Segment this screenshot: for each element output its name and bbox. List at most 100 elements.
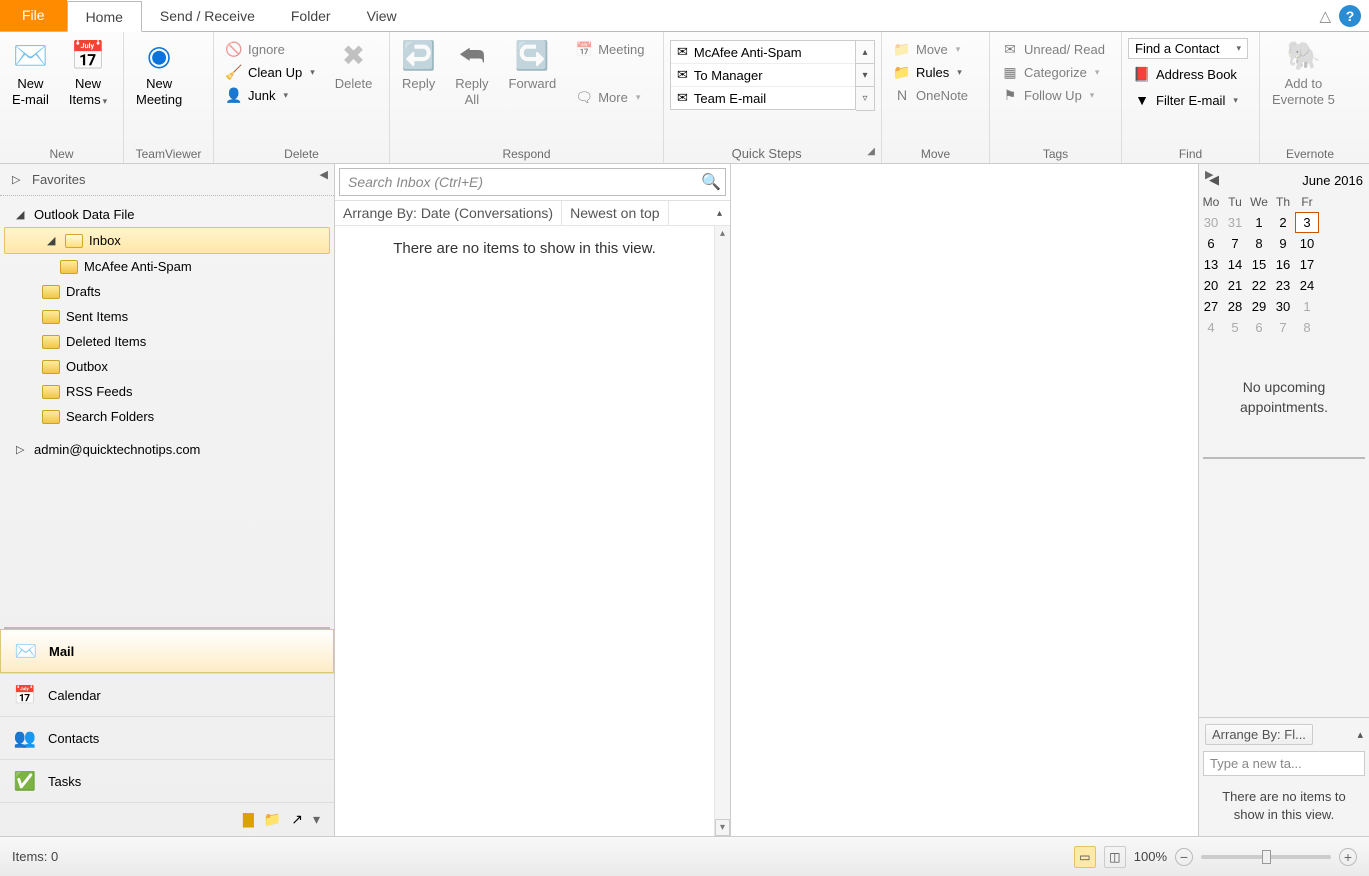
nav-contacts-button[interactable]: 👥Contacts	[0, 716, 334, 759]
onenote-button[interactable]: NOneNote	[888, 84, 974, 106]
calendar-day[interactable]: 5	[1223, 317, 1247, 338]
folder-outbox[interactable]: Outbox	[0, 354, 334, 379]
address-book-button[interactable]: 📕Address Book	[1128, 63, 1248, 85]
calendar-day[interactable]: 28	[1223, 296, 1247, 317]
quickstep-manager[interactable]: ✉To Manager	[671, 64, 855, 87]
tab-file[interactable]: File	[0, 0, 67, 31]
help-icon[interactable]: ?	[1339, 5, 1361, 27]
calendar-day[interactable]: 30	[1271, 296, 1295, 317]
tab-folder[interactable]: Folder	[273, 0, 349, 31]
search-input[interactable]	[340, 169, 697, 195]
chevron-right-icon[interactable]: ▷	[16, 443, 28, 456]
search-icon[interactable]: 🔍	[697, 169, 725, 195]
folder-drafts[interactable]: Drafts	[0, 279, 334, 304]
zoom-in-button[interactable]: +	[1339, 848, 1357, 866]
new-task-input[interactable]: Type a new ta...	[1203, 751, 1365, 776]
folder-sent[interactable]: Sent Items	[0, 304, 334, 329]
more-respond-button[interactable]: 🗨More▾	[570, 86, 650, 108]
forward-button[interactable]: ↪️Forward	[499, 36, 567, 96]
calendar-day[interactable]: 17	[1295, 254, 1319, 275]
calendar-day[interactable]: 29	[1247, 296, 1271, 317]
scroll-up-icon[interactable]: ▴	[715, 226, 730, 241]
nav-shortcuts-icon[interactable]: ↗	[291, 811, 303, 828]
reply-button[interactable]: ↩️Reply	[392, 36, 445, 96]
quickstep-team[interactable]: ✉Team E-mail	[671, 87, 855, 109]
calendar-day[interactable]: 30	[1199, 212, 1223, 233]
zoom-out-button[interactable]: −	[1175, 848, 1193, 866]
new-email-button[interactable]: ✉️New E-mail	[2, 36, 59, 111]
sort-indicator-icon[interactable]: ▴	[709, 201, 730, 225]
calendar-day[interactable]: 7	[1223, 233, 1247, 254]
calendar-day[interactable]: 7	[1271, 317, 1295, 338]
zoom-thumb[interactable]	[1262, 850, 1271, 864]
delete-button[interactable]: ✖Delete	[325, 36, 383, 96]
tab-view[interactable]: View	[349, 0, 415, 31]
reply-all-button[interactable]: ⮪Reply All	[445, 36, 498, 111]
chevron-down-icon[interactable]: ◢	[47, 234, 59, 247]
calendar-day[interactable]: 6	[1247, 317, 1271, 338]
folder-inbox[interactable]: ◢Inbox	[4, 227, 330, 254]
calendar-day[interactable]: 8	[1247, 233, 1271, 254]
tab-send-receive[interactable]: Send / Receive	[142, 0, 273, 31]
nav-mail-button[interactable]: ✉️Mail	[0, 629, 334, 673]
move-button[interactable]: 📁Move▾	[888, 38, 974, 60]
calendar-day[interactable]: 4	[1199, 317, 1223, 338]
calendar-day[interactable]: 1	[1247, 212, 1271, 233]
folder-rss[interactable]: RSS Feeds	[0, 379, 334, 404]
calendar-day[interactable]: 23	[1271, 275, 1295, 296]
folder-mcafee-spam[interactable]: McAfee Anti-Spam	[0, 254, 334, 279]
datafile-node[interactable]: ◢Outlook Data File	[0, 202, 334, 227]
task-arrange-button[interactable]: Arrange By: Fl...	[1205, 724, 1313, 745]
calendar-day[interactable]: 8	[1295, 317, 1319, 338]
quickstep-up[interactable]: ▴	[856, 41, 874, 64]
expand-icon[interactable]: ▴	[1357, 728, 1363, 741]
calendar-day[interactable]: 9	[1271, 233, 1295, 254]
calendar-day[interactable]: 15	[1247, 254, 1271, 275]
account-node[interactable]: ▷admin@quicktechnotips.com	[0, 437, 334, 462]
followup-button[interactable]: ⚑Follow Up▾	[996, 84, 1111, 106]
nav-configure-icon[interactable]: ▾	[313, 811, 320, 828]
junk-button[interactable]: 👤Junk▾	[220, 84, 321, 106]
nav-tasks-button[interactable]: ✅Tasks	[0, 759, 334, 802]
unread-read-button[interactable]: ✉Unread/ Read	[996, 38, 1111, 60]
cleanup-button[interactable]: 🧹Clean Up▾	[220, 61, 321, 83]
view-reading-button[interactable]: ◫	[1104, 846, 1126, 868]
calendar-day[interactable]: 22	[1247, 275, 1271, 296]
arrange-by-button[interactable]: Arrange By: Date (Conversations)	[335, 201, 562, 225]
quicksteps-launcher[interactable]: ◢	[867, 146, 879, 161]
meeting-button[interactable]: 📅Meeting	[570, 38, 650, 60]
calendar-day[interactable]: 1	[1295, 296, 1319, 317]
sort-order-button[interactable]: Newest on top	[562, 201, 669, 225]
calendar-day[interactable]: 10	[1295, 233, 1319, 254]
quickstep-more[interactable]: ▿	[856, 87, 874, 110]
tab-home[interactable]: Home	[67, 1, 142, 32]
quickstep-mcafee[interactable]: ✉McAfee Anti-Spam	[671, 41, 855, 64]
todo-collapse-icon[interactable]: ▶	[1205, 168, 1213, 181]
calendar-day[interactable]: 24	[1295, 275, 1319, 296]
calendar-day[interactable]: 2	[1271, 212, 1295, 233]
calendar-day[interactable]: 20	[1199, 275, 1223, 296]
filter-email-button[interactable]: ▼Filter E-mail▾	[1128, 89, 1248, 111]
chevron-down-icon[interactable]: ◢	[16, 208, 28, 221]
calendar-day[interactable]: 21	[1223, 275, 1247, 296]
calendar-day[interactable]: 6	[1199, 233, 1223, 254]
nav-folders-icon[interactable]: 📁	[264, 811, 281, 828]
calendar-day[interactable]: 31	[1223, 212, 1247, 233]
minimize-ribbon-icon[interactable]: △	[1319, 7, 1331, 25]
nav-calendar-button[interactable]: 📅Calendar	[0, 673, 334, 716]
favorites-header[interactable]: ▷Favorites	[0, 164, 334, 193]
folder-deleted[interactable]: Deleted Items	[0, 329, 334, 354]
teamviewer-meeting-button[interactable]: ◉New Meeting	[126, 36, 192, 111]
scroll-down-icon[interactable]: ▾	[715, 819, 730, 836]
zoom-slider[interactable]	[1201, 855, 1331, 859]
rules-button[interactable]: 📁Rules▾	[888, 61, 974, 83]
categorize-button[interactable]: ▦Categorize▾	[996, 61, 1111, 83]
new-items-button[interactable]: 📅New Items▾	[59, 36, 117, 111]
ignore-button[interactable]: 🚫Ignore	[220, 38, 321, 60]
find-contact-input[interactable]: Find a Contact▾	[1128, 38, 1248, 59]
calendar-day-today[interactable]: 3	[1295, 212, 1319, 233]
calendar-day[interactable]: 14	[1223, 254, 1247, 275]
folder-search[interactable]: Search Folders	[0, 404, 334, 429]
calendar-day[interactable]: 13	[1199, 254, 1223, 275]
evernote-button[interactable]: 🐘Add to Evernote 5	[1262, 36, 1345, 111]
